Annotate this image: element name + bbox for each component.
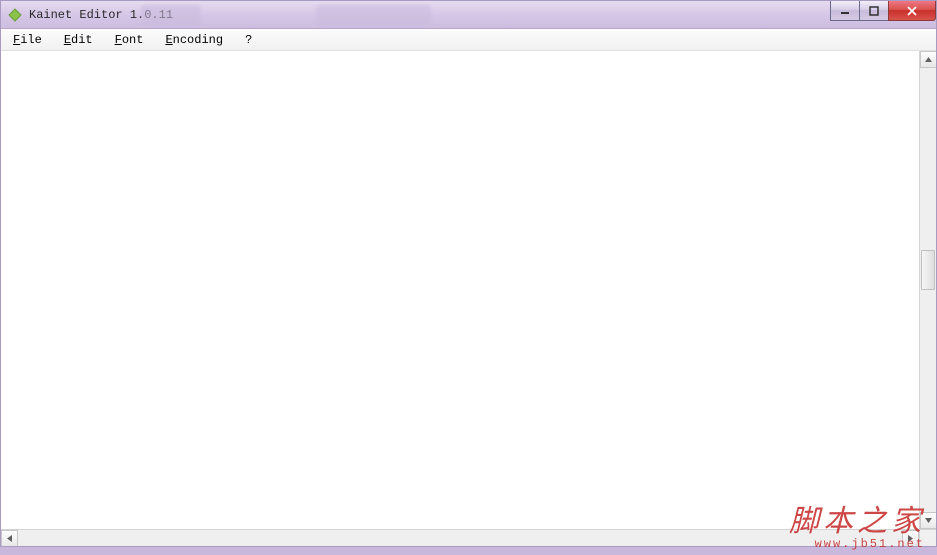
minimize-button[interactable] — [830, 1, 860, 21]
menu-font[interactable]: Font — [111, 31, 148, 49]
scroll-down-button[interactable] — [920, 512, 936, 529]
blurred-region — [316, 5, 431, 25]
vertical-scroll-thumb[interactable] — [921, 250, 935, 290]
horizontal-scrollbar[interactable] — [1, 529, 919, 546]
scroll-left-button[interactable] — [1, 530, 18, 546]
vertical-scrollbar[interactable] — [919, 51, 936, 529]
menu-file[interactable]: File — [9, 31, 46, 49]
app-window: Kainet Editor 1.0.11 File Edit Font Enco… — [0, 0, 937, 547]
menubar: File Edit Font Encoding ? — [1, 29, 936, 51]
titlebar[interactable]: Kainet Editor 1.0.11 — [1, 1, 936, 29]
vertical-scroll-track[interactable] — [920, 68, 936, 512]
maximize-button[interactable] — [859, 1, 889, 21]
close-button[interactable] — [888, 1, 936, 21]
app-icon — [7, 7, 23, 23]
horizontal-scroll-track[interactable] — [18, 530, 902, 546]
text-editor[interactable] — [1, 51, 919, 529]
scroll-right-button[interactable] — [902, 530, 919, 546]
content-area — [1, 51, 936, 546]
scroll-corner — [919, 529, 936, 546]
menu-encoding[interactable]: Encoding — [161, 31, 227, 49]
window-controls — [831, 1, 936, 21]
scroll-up-button[interactable] — [920, 51, 936, 68]
menu-edit[interactable]: Edit — [60, 31, 97, 49]
blurred-region — [141, 5, 201, 25]
menu-help[interactable]: ? — [241, 31, 256, 49]
